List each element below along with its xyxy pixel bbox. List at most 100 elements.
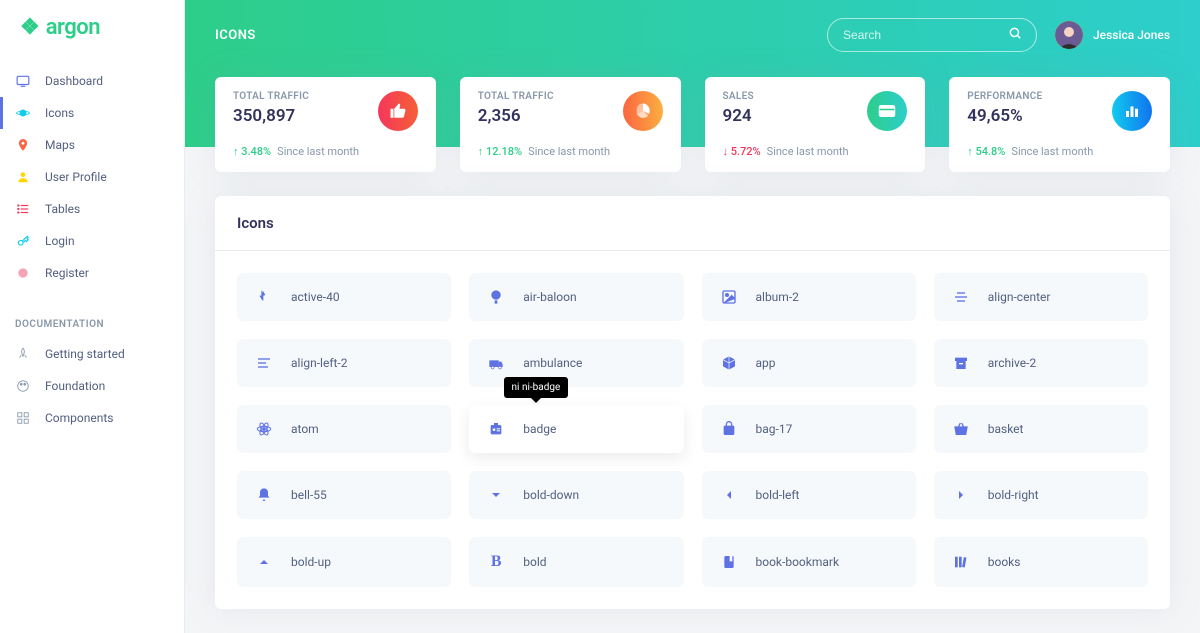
stat-card: SALES 924 ↓ 5.72% Since last month xyxy=(705,77,926,172)
icon-label: align-left-2 xyxy=(291,356,347,370)
circle-icon xyxy=(15,265,31,281)
stat-icon xyxy=(1112,91,1152,131)
bag-17-icon xyxy=(720,421,738,437)
stat-change: ↓ 5.72% xyxy=(723,145,761,158)
icon-label: bold-down xyxy=(523,488,579,502)
stat-icon xyxy=(867,91,907,131)
stat-since: Since last month xyxy=(1011,145,1093,158)
icon-label: bell-55 xyxy=(291,488,327,502)
icon-label: badge xyxy=(523,422,556,436)
sidebar-item-dashboard[interactable]: Dashboard xyxy=(0,65,184,97)
user-menu[interactable]: Jessica Jones xyxy=(1055,21,1170,49)
search-input[interactable] xyxy=(843,28,998,42)
sidebar-item-user-profile[interactable]: User Profile xyxy=(0,161,184,193)
sidebar-item-label: User Profile xyxy=(45,170,107,184)
icon-label: align-center xyxy=(988,290,1051,304)
ambulance-icon xyxy=(487,355,505,371)
palette-icon xyxy=(15,378,31,394)
stat-value: 350,897 xyxy=(233,106,309,126)
sidebar-item-label: Tables xyxy=(45,202,80,216)
basket-icon xyxy=(952,421,970,437)
icon-card-ambulance[interactable]: ambulance xyxy=(469,339,683,387)
doc-item-getting-started[interactable]: Getting started xyxy=(0,338,184,370)
icon-label: bold-left xyxy=(756,488,800,502)
doc-item-label: Getting started xyxy=(45,347,125,361)
stat-since: Since last month xyxy=(767,145,849,158)
icon-card-book-bookmark[interactable]: book-bookmark xyxy=(702,537,916,587)
icon-card-badge[interactable]: ni ni-badgebadge xyxy=(469,405,683,453)
icon-card-basket[interactable]: basket xyxy=(934,405,1148,453)
icon-label: basket xyxy=(988,422,1024,436)
air-baloon-icon xyxy=(487,289,505,305)
icon-card-bold-left[interactable]: bold-left xyxy=(702,471,916,519)
sidebar-item-label: Register xyxy=(45,266,89,280)
icon-label: active-40 xyxy=(291,290,340,304)
bold-down-icon xyxy=(487,487,505,503)
sidebar-item-label: Maps xyxy=(45,138,75,152)
doc-section-header: DOCUMENTATION xyxy=(0,304,184,338)
main-content: ICONS Jessica Jones xyxy=(185,0,1200,633)
sidebar-item-login[interactable]: Login xyxy=(0,225,184,257)
icon-card-active-40[interactable]: active-40 xyxy=(237,273,451,321)
stats-row: TOTAL TRAFFIC 350,897 ↑ 3.48% Since last… xyxy=(185,77,1200,172)
pin-icon xyxy=(15,137,31,153)
icon-card-archive-2[interactable]: archive-2 xyxy=(934,339,1148,387)
tooltip: ni ni-badge xyxy=(504,377,569,398)
sidebar-item-maps[interactable]: Maps xyxy=(0,129,184,161)
icons-grid: active-40 air-baloon album-2 align-center al… xyxy=(215,251,1170,609)
align-left-2-icon xyxy=(255,355,273,371)
icon-card-bold-down[interactable]: bold-down xyxy=(469,471,683,519)
sidebar-item-icons[interactable]: Icons xyxy=(0,97,184,129)
app-icon xyxy=(720,355,738,371)
icon-card-bold-right[interactable]: bold-right xyxy=(934,471,1148,519)
logo-mark-icon: ❖ xyxy=(20,15,40,40)
badge-icon xyxy=(487,421,505,437)
list-icon xyxy=(15,201,31,217)
search-box[interactable] xyxy=(827,18,1037,52)
stat-icon xyxy=(378,91,418,131)
stat-label: TOTAL TRAFFIC xyxy=(478,91,554,102)
stat-since: Since last month xyxy=(528,145,610,158)
icon-card-album-2[interactable]: album-2 xyxy=(702,273,916,321)
icon-card-air-baloon[interactable]: air-baloon xyxy=(469,273,683,321)
active-40-icon xyxy=(255,289,273,305)
icon-label: bold-right xyxy=(988,488,1039,502)
align-center-icon xyxy=(952,289,970,305)
doc-item-foundation[interactable]: Foundation xyxy=(0,370,184,402)
icon-label: archive-2 xyxy=(988,356,1036,370)
icon-card-align-center[interactable]: align-center xyxy=(934,273,1148,321)
sidebar-item-register[interactable]: Register xyxy=(0,257,184,289)
brand-logo[interactable]: ❖ argon xyxy=(0,0,184,65)
bold-left-icon xyxy=(720,487,738,503)
icon-card-bold[interactable]: Bbold xyxy=(469,537,683,587)
main-nav: Dashboard Icons Maps User Profile Tables Logi… xyxy=(0,65,184,304)
icon-label: ambulance xyxy=(523,356,582,370)
icon-label: bold-up xyxy=(291,555,331,569)
sidebar: ❖ argon Dashboard Icons Maps User Profile Ta… xyxy=(0,0,185,633)
stat-card: PERFORMANCE 49,65% ↑ 54.8% Since last mo… xyxy=(949,77,1170,172)
sidebar-item-label: Login xyxy=(45,234,75,248)
stat-card: TOTAL TRAFFIC 2,356 ↑ 12.18% Since last … xyxy=(460,77,681,172)
icon-card-app[interactable]: app xyxy=(702,339,916,387)
album-2-icon xyxy=(720,289,738,305)
sidebar-item-label: Dashboard xyxy=(45,74,103,88)
archive-2-icon xyxy=(952,355,970,371)
rocket-icon xyxy=(15,346,31,362)
icon-card-bell-55[interactable]: bell-55 xyxy=(237,471,451,519)
icon-card-bag-17[interactable]: bag-17 xyxy=(702,405,916,453)
doc-item-components[interactable]: Components xyxy=(0,402,184,434)
book-bookmark-icon xyxy=(720,554,738,570)
user-name: Jessica Jones xyxy=(1093,28,1170,42)
stat-label: PERFORMANCE xyxy=(967,91,1042,102)
sidebar-item-tables[interactable]: Tables xyxy=(0,193,184,225)
stat-label: TOTAL TRAFFIC xyxy=(233,91,309,102)
stat-change: ↑ 54.8% xyxy=(967,145,1005,158)
icon-card-bold-up[interactable]: bold-up xyxy=(237,537,451,587)
stat-change: ↑ 3.48% xyxy=(233,145,271,158)
icon-card-align-left-2[interactable]: align-left-2 xyxy=(237,339,451,387)
icon-card-books[interactable]: books xyxy=(934,537,1148,587)
avatar xyxy=(1055,21,1083,49)
icon-card-atom[interactable]: atom xyxy=(237,405,451,453)
stat-change: ↑ 12.18% xyxy=(478,145,522,158)
icon-label: app xyxy=(756,356,776,370)
